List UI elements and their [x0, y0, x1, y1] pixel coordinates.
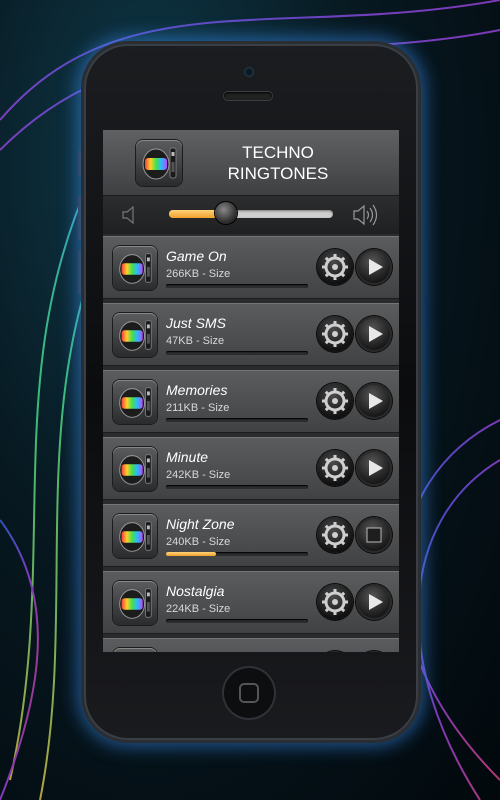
gear-icon[interactable]: [317, 517, 353, 553]
ringtone-name: Nostalgia: [166, 583, 225, 599]
ringtone-name: Game On: [166, 248, 227, 264]
ringtone-row[interactable]: Popular Sound: [103, 638, 399, 652]
ringtone-size: 240KB - Size: [166, 536, 231, 548]
app-title: TECHNO RINGTONES: [227, 143, 329, 183]
volume-slider[interactable]: [169, 210, 333, 218]
ringtone-name: Just SMS: [166, 315, 226, 331]
play-icon[interactable]: [356, 651, 392, 652]
ringtone-name: Memories: [166, 382, 228, 398]
ringtone-row[interactable]: Memories 211KB - Size: [103, 370, 399, 433]
speaker-low-icon[interactable]: [122, 206, 136, 224]
gear-icon[interactable]: [317, 316, 353, 352]
ringtone-name: Popular Sound: [166, 650, 259, 652]
ringtone-progress: [166, 284, 308, 288]
play-icon[interactable]: [356, 316, 392, 352]
play-icon[interactable]: [356, 584, 392, 620]
helmet-icon: [113, 313, 157, 357]
ringtone-name: Night Zone: [166, 516, 235, 532]
ringtone-size: 266KB - Size: [166, 268, 231, 280]
helmet-icon: [113, 581, 157, 625]
app-header: TECHNO RINGTONES: [103, 130, 399, 196]
play-icon[interactable]: [356, 249, 392, 285]
stop-icon[interactable]: [356, 517, 392, 553]
ringtone-progress: [166, 619, 308, 623]
ringtone-progress-fill: [166, 552, 216, 556]
ringtone-size: 47KB - Size: [166, 335, 225, 347]
helmet-icon: [113, 380, 157, 424]
ringtone-size: 224KB - Size: [166, 603, 231, 615]
ringtone-row[interactable]: Night Zone 240KB - Size: [103, 504, 399, 567]
ringtone-name: Minute: [166, 449, 209, 465]
helmet-icon: [113, 514, 157, 558]
earpiece-speaker: [224, 92, 272, 100]
helmet-icon: [113, 246, 157, 290]
ringtone-size: 211KB - Size: [166, 402, 230, 414]
gear-icon[interactable]: [317, 383, 353, 419]
ringtone-row[interactable]: Game On 266KB - Size: [103, 236, 399, 299]
play-icon[interactable]: [356, 383, 392, 419]
gear-icon[interactable]: [317, 584, 353, 620]
helmet-icon: [136, 140, 182, 186]
ringtone-progress: [166, 418, 308, 422]
ringtone-list: Game On 266KB - Size Just SMS 47KB - Siz…: [103, 236, 399, 652]
ringtone-progress: [166, 351, 308, 355]
ringtone-size: 242KB - Size: [166, 469, 231, 481]
ringtone-row[interactable]: Just SMS 47KB - Size: [103, 303, 399, 366]
volume-control: [103, 196, 399, 234]
volume-slider-knob[interactable]: [215, 202, 238, 224]
gear-icon[interactable]: [317, 450, 353, 486]
ringtone-row[interactable]: Minute 242KB - Size: [103, 437, 399, 500]
helmet-icon: [113, 447, 157, 491]
ringtone-progress: [166, 485, 308, 489]
home-button[interactable]: [222, 666, 276, 720]
app-screen: TECHNO RINGTONES Game On 266KB - Size Ju…: [103, 130, 399, 652]
front-camera: [244, 67, 254, 77]
play-icon[interactable]: [356, 450, 392, 486]
gear-icon[interactable]: [317, 651, 353, 652]
helmet-icon: [113, 648, 157, 652]
ringtone-progress: [166, 552, 308, 556]
speaker-high-icon[interactable]: [353, 204, 379, 226]
gear-icon[interactable]: [317, 249, 353, 285]
ringtone-row[interactable]: Nostalgia 224KB - Size: [103, 571, 399, 634]
